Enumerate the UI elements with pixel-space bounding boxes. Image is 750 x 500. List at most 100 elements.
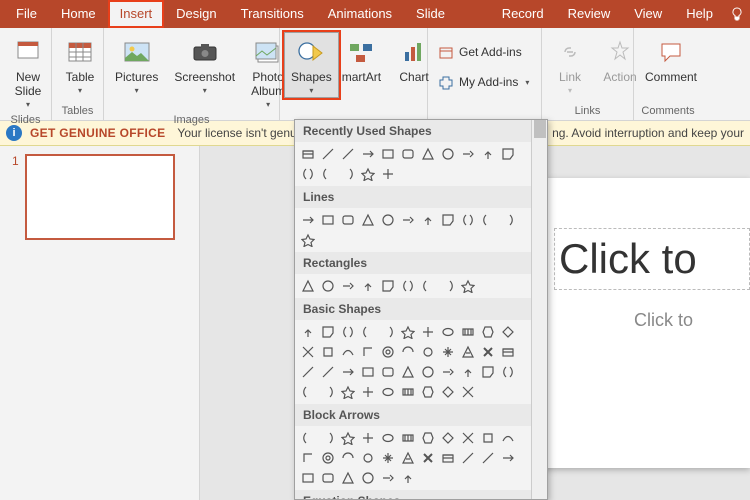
shape-option[interactable] (379, 449, 397, 467)
shape-option[interactable] (319, 383, 337, 401)
shape-option[interactable] (479, 343, 497, 361)
shape-option[interactable] (399, 429, 417, 447)
shape-option[interactable] (319, 469, 337, 487)
shape-option[interactable] (399, 469, 417, 487)
tell-me-icon[interactable] (729, 5, 746, 23)
shape-option[interactable] (479, 323, 497, 341)
shape-option[interactable] (419, 363, 437, 381)
shape-option[interactable] (379, 343, 397, 361)
shape-option[interactable] (379, 469, 397, 487)
shape-option[interactable] (339, 277, 357, 295)
shape-option[interactable] (379, 165, 397, 183)
shape-option[interactable] (379, 323, 397, 341)
shape-option[interactable] (479, 211, 497, 229)
shape-option[interactable] (459, 145, 477, 163)
shape-option[interactable] (379, 277, 397, 295)
slide-title-placeholder[interactable]: Click to (554, 228, 750, 290)
shape-option[interactable] (319, 343, 337, 361)
shape-option[interactable] (379, 363, 397, 381)
shape-option[interactable] (359, 469, 377, 487)
shape-option[interactable] (339, 323, 357, 341)
shape-option[interactable] (359, 323, 377, 341)
tab-slideshow[interactable]: Slide Show (404, 0, 490, 28)
shape-option[interactable] (439, 211, 457, 229)
shape-option[interactable] (359, 429, 377, 447)
shape-option[interactable] (439, 449, 457, 467)
shape-option[interactable] (299, 449, 317, 467)
slide-thumbnails-pane[interactable]: 1 (0, 146, 200, 500)
shape-option[interactable] (319, 277, 337, 295)
shape-option[interactable] (319, 165, 337, 183)
shape-option[interactable] (339, 383, 357, 401)
tab-help[interactable]: Help (674, 0, 725, 28)
tab-review[interactable]: Review (556, 0, 623, 28)
screenshot-button[interactable]: Screenshot ▾ (167, 32, 242, 112)
pictures-button[interactable]: Pictures ▾ (108, 32, 165, 112)
slide[interactable]: Click to Click to (530, 178, 750, 468)
shape-option[interactable] (379, 211, 397, 229)
tab-record[interactable]: Record (490, 0, 556, 28)
shape-option[interactable] (319, 363, 337, 381)
shape-option[interactable] (339, 429, 357, 447)
shape-option[interactable] (339, 145, 357, 163)
comment-button[interactable]: Comment (638, 32, 704, 88)
shapes-button[interactable]: Shapes ▾ (284, 32, 339, 98)
slide-subtitle-placeholder[interactable]: Click to (554, 310, 750, 331)
shape-option[interactable] (399, 383, 417, 401)
shape-option[interactable] (499, 343, 517, 361)
shape-option[interactable] (399, 449, 417, 467)
shape-option[interactable] (499, 429, 517, 447)
shape-option[interactable] (459, 449, 477, 467)
table-button[interactable]: Table ▾ (56, 32, 104, 98)
shape-option[interactable] (399, 277, 417, 295)
tab-home[interactable]: Home (49, 0, 108, 28)
shape-option[interactable] (319, 323, 337, 341)
shape-option[interactable] (439, 323, 457, 341)
shape-option[interactable] (319, 211, 337, 229)
shape-option[interactable] (359, 211, 377, 229)
shape-option[interactable] (299, 343, 317, 361)
shape-option[interactable] (359, 363, 377, 381)
shape-option[interactable] (419, 277, 437, 295)
tab-view[interactable]: View (622, 0, 674, 28)
get-addins-button[interactable]: Get Add-ins (432, 40, 537, 64)
shape-option[interactable] (299, 429, 317, 447)
scrollbar[interactable] (531, 120, 547, 499)
shape-option[interactable] (439, 363, 457, 381)
shape-option[interactable] (319, 145, 337, 163)
shape-option[interactable] (419, 323, 437, 341)
shape-option[interactable] (299, 165, 317, 183)
shape-option[interactable] (379, 429, 397, 447)
shape-option[interactable] (359, 145, 377, 163)
shape-option[interactable] (459, 429, 477, 447)
shape-option[interactable] (499, 211, 517, 229)
shape-option[interactable] (339, 165, 357, 183)
shape-option[interactable] (399, 323, 417, 341)
smartart-button[interactable]: martArt (341, 32, 388, 98)
tab-design[interactable]: Design (164, 0, 228, 28)
tab-animations[interactable]: Animations (316, 0, 404, 28)
shape-option[interactable] (339, 211, 357, 229)
shape-option[interactable] (419, 383, 437, 401)
shape-option[interactable] (299, 363, 317, 381)
shape-option[interactable] (499, 363, 517, 381)
shape-option[interactable] (459, 323, 477, 341)
scrollbar-thumb[interactable] (534, 120, 546, 138)
shape-option[interactable] (299, 469, 317, 487)
shape-option[interactable] (299, 145, 317, 163)
shape-option[interactable] (439, 277, 457, 295)
shape-option[interactable] (479, 449, 497, 467)
shape-option[interactable] (499, 145, 517, 163)
shape-option[interactable] (419, 211, 437, 229)
shape-option[interactable] (439, 343, 457, 361)
shape-option[interactable] (499, 323, 517, 341)
shape-option[interactable] (299, 211, 317, 229)
link-button[interactable]: Link ▾ (546, 32, 594, 98)
shape-option[interactable] (459, 211, 477, 229)
shape-option[interactable] (299, 383, 317, 401)
shape-option[interactable] (339, 363, 357, 381)
shape-option[interactable] (319, 429, 337, 447)
shape-option[interactable] (299, 231, 317, 249)
tab-file[interactable]: File (4, 0, 49, 28)
shape-option[interactable] (439, 383, 457, 401)
